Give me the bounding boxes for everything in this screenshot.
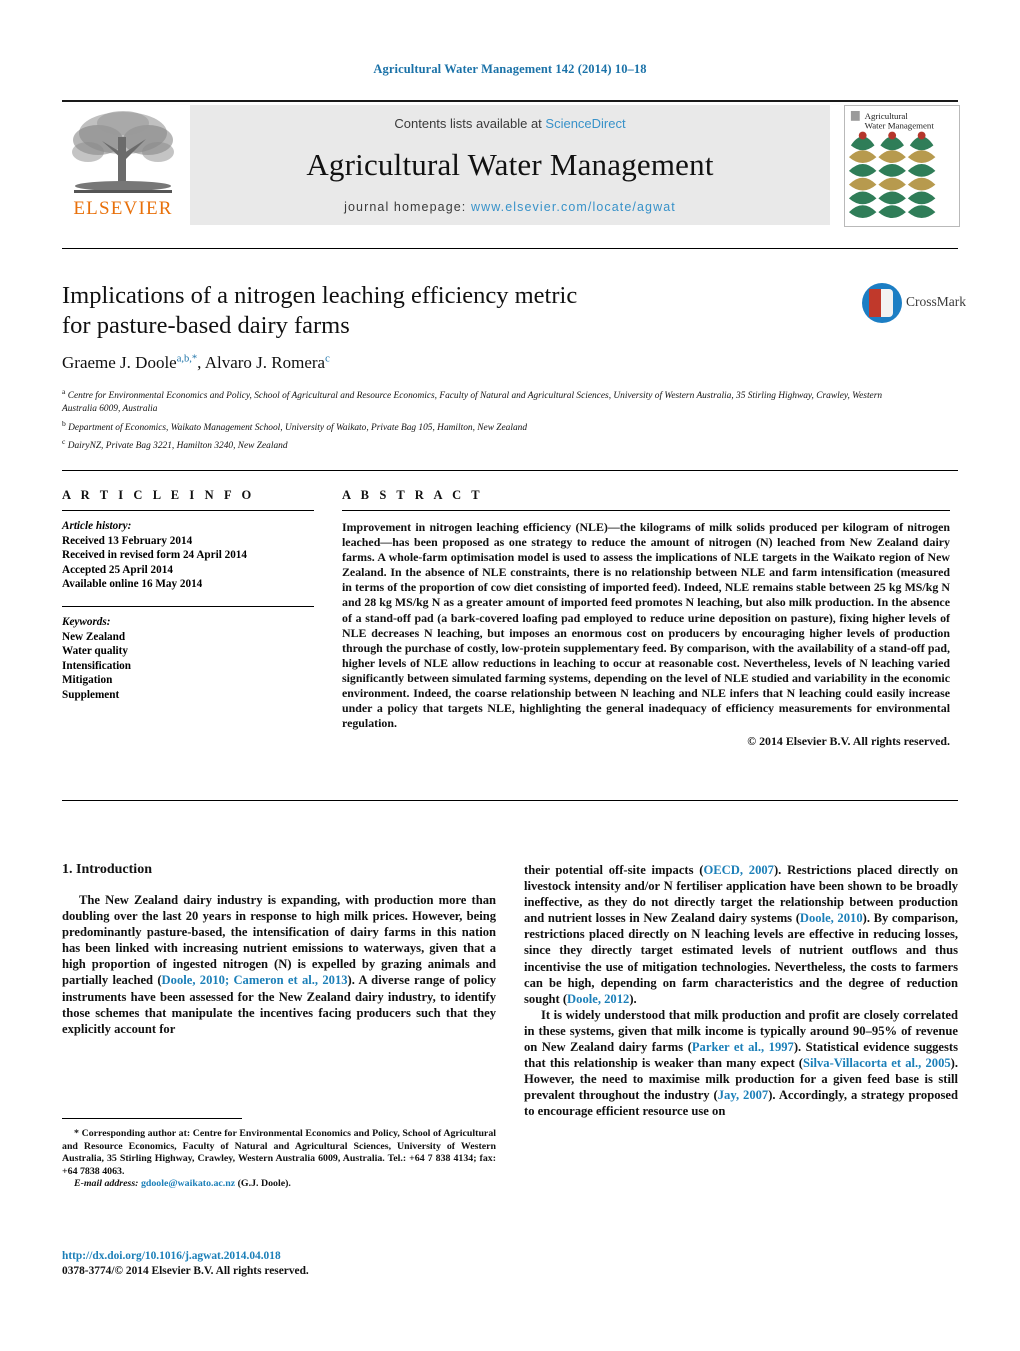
elsevier-tree-icon bbox=[72, 111, 174, 193]
keywords-label: Keywords: bbox=[62, 615, 111, 628]
affiliation-a: a Centre for Environmental Economics and… bbox=[62, 385, 892, 417]
affiliation-list: a Centre for Environmental Economics and… bbox=[62, 385, 892, 453]
article-info-column: A R T I C L E I N F O Article history: R… bbox=[62, 488, 314, 703]
journal-cover-thumbnail: Agricultural Water Management bbox=[844, 105, 960, 227]
citation-doole-2012[interactable]: Doole, 2012 bbox=[567, 992, 629, 1006]
abstract-rule bbox=[342, 510, 950, 511]
abstract-heading: A B S T R A C T bbox=[342, 488, 484, 502]
affiliation-mark-b: b bbox=[62, 418, 66, 428]
affiliation-text-c: DairyNZ, Private Bag 3221, Hamilton 3240… bbox=[67, 440, 288, 451]
article-info-rule bbox=[62, 510, 314, 511]
elsevier-logo: ELSEVIER bbox=[62, 105, 184, 225]
sciencedirect-link[interactable]: ScienceDirect bbox=[545, 116, 625, 131]
contents-list-prefix: Contents lists available at bbox=[394, 116, 546, 131]
masthead-bottom-rule bbox=[62, 248, 958, 249]
abstract-text: Improvement in nitrogen leaching efficie… bbox=[342, 520, 950, 731]
intro-paragraph-left: The New Zealand dairy industry is expand… bbox=[62, 892, 496, 1037]
svg-text:Water Management: Water Management bbox=[865, 121, 935, 131]
abstract-band-bottom-rule bbox=[62, 800, 958, 801]
article-title-line-2: for pasture-based dairy farms bbox=[62, 312, 350, 339]
affiliation-text-b: Department of Economics, Waikato Managem… bbox=[68, 422, 528, 433]
footnote-block: * Corresponding author at: Centre for En… bbox=[62, 1128, 496, 1191]
affiliation-text-a: Centre for Environmental Economics and P… bbox=[62, 391, 883, 415]
intro-right-text-a: their potential off-site impacts ( bbox=[524, 863, 704, 877]
citation-doole-cameron[interactable]: Doole, 2010; Cameron et al., 2013 bbox=[162, 973, 348, 987]
email-link[interactable]: gdoole@waikato.ac.nz bbox=[141, 1178, 235, 1189]
journal-article-page: Agricultural Water Management 142 (2014)… bbox=[0, 0, 1020, 1351]
contents-list-line: Contents lists available at ScienceDirec… bbox=[190, 116, 830, 131]
article-title: Implications of a nitrogen leaching effi… bbox=[62, 281, 762, 341]
citation-doole-2010[interactable]: Doole, 2010 bbox=[800, 911, 863, 925]
intro-right-text-d: ). bbox=[629, 991, 637, 1006]
running-head: Agricultural Water Management 142 (2014)… bbox=[373, 62, 647, 76]
intro-paragraph-right-2: It is widely understood that milk produc… bbox=[524, 1007, 958, 1120]
homepage-url-link[interactable]: www.elsevier.com/locate/agwat bbox=[471, 200, 676, 214]
section-heading-introduction: 1. Introduction bbox=[62, 862, 152, 877]
elsevier-wordmark: ELSEVIER bbox=[73, 198, 173, 219]
crossmark-badge[interactable]: CrossMark bbox=[862, 281, 966, 343]
issn-copyright-line: 0378-3774/© 2014 Elsevier B.V. All right… bbox=[62, 1265, 309, 1277]
affiliation-mark-a: a bbox=[62, 387, 66, 396]
doi-block: http://dx.doi.org/10.1016/j.agwat.2014.0… bbox=[62, 1249, 496, 1279]
email-label: E-mail address: bbox=[74, 1178, 139, 1190]
journal-title: Agricultural Water Management bbox=[306, 147, 714, 182]
article-info-heading: A R T I C L E I N F O bbox=[62, 488, 255, 502]
keyword-item-4: Mitigation bbox=[62, 674, 113, 687]
history-item-received: Received 13 February 2014 bbox=[62, 534, 193, 547]
crossmark-label: CrossMark bbox=[906, 294, 966, 309]
homepage-prefix: journal homepage: bbox=[344, 200, 471, 214]
history-item-accepted: Accepted 25 April 2014 bbox=[62, 563, 173, 576]
corresponding-author-note: * Corresponding author at: Centre for En… bbox=[62, 1128, 496, 1178]
citation-silva-villacorta-2005[interactable]: Silva-Villacorta et al., 2005 bbox=[803, 1056, 951, 1070]
keyword-item-3: Intensification bbox=[62, 659, 131, 672]
corresponding-author-text: Corresponding author at: Centre for Envi… bbox=[62, 1128, 496, 1177]
history-item-revised: Received in revised form 24 April 2014 bbox=[62, 549, 247, 562]
citation-parker-1997[interactable]: Parker et al., 1997 bbox=[692, 1040, 794, 1054]
author-name-1[interactable]: Graeme J. Doole bbox=[62, 353, 177, 372]
footnote-rule bbox=[62, 1118, 242, 1119]
article-info-separator bbox=[62, 605, 314, 607]
journal-masthead: ELSEVIER Contents lists available at Sci… bbox=[62, 100, 960, 228]
author-affiliation-marks-2: c bbox=[325, 353, 330, 365]
keyword-item-5: Supplement bbox=[62, 688, 120, 701]
doi-link[interactable]: http://dx.doi.org/10.1016/j.agwat.2014.0… bbox=[62, 1249, 496, 1264]
email-owner: (G.J. Doole). bbox=[237, 1178, 291, 1190]
article-history-label: Article history: bbox=[62, 520, 132, 532]
abstract-column: A B S T R A C T Improvement in nitrogen … bbox=[342, 488, 950, 749]
author-list: Graeme J. Doolea,b,*, Alvaro J. Romerac bbox=[62, 353, 330, 372]
journal-homepage-line: journal homepage: www.elsevier.com/locat… bbox=[190, 200, 830, 214]
footnote-marker: * bbox=[74, 1128, 79, 1139]
affiliation-b: b Department of Economics, Waikato Manag… bbox=[62, 417, 892, 435]
intro-paragraph-right-1: their potential off-site impacts (OECD, … bbox=[524, 862, 958, 1007]
citation-jay-2007[interactable]: Jay, 2007 bbox=[718, 1088, 768, 1102]
author-affiliation-marks-1: a,b,* bbox=[176, 353, 198, 365]
journal-cover-art: Agricultural Water Management bbox=[845, 106, 957, 224]
citation-oecd-2007[interactable]: OECD, 2007 bbox=[703, 863, 773, 877]
crossmark-book-right bbox=[881, 289, 893, 317]
article-history-block: Article history: Received 13 February 20… bbox=[62, 519, 314, 592]
history-item-online: Available online 16 May 2014 bbox=[62, 578, 203, 591]
svg-text:Agricultural: Agricultural bbox=[865, 111, 909, 121]
abstract-band-top-rule bbox=[62, 470, 958, 471]
body-column-right: their potential off-site impacts (OECD, … bbox=[524, 862, 958, 1120]
affiliation-mark-c: c bbox=[62, 436, 66, 446]
body-column-left: 1. Introduction The New Zealand dairy in… bbox=[62, 862, 496, 1037]
keyword-item-1: New Zealand bbox=[62, 630, 126, 643]
keywords-block: Keywords: New Zealand Water quality Inte… bbox=[62, 615, 314, 703]
article-title-line-1: Implications of a nitrogen leaching effi… bbox=[62, 282, 578, 309]
email-note: E-mail address: gdoole@waikato.ac.nz (G.… bbox=[62, 1178, 496, 1191]
affiliation-c: c DairyNZ, Private Bag 3221, Hamilton 32… bbox=[62, 435, 892, 453]
crossmark-icon bbox=[862, 283, 902, 323]
author-name-2[interactable]: Alvaro J. Romera bbox=[205, 353, 325, 372]
abstract-copyright: © 2014 Elsevier B.V. All rights reserved… bbox=[747, 734, 950, 749]
masthead-center-panel: Contents lists available at ScienceDirec… bbox=[190, 105, 830, 225]
keyword-item-2: Water quality bbox=[62, 645, 128, 658]
